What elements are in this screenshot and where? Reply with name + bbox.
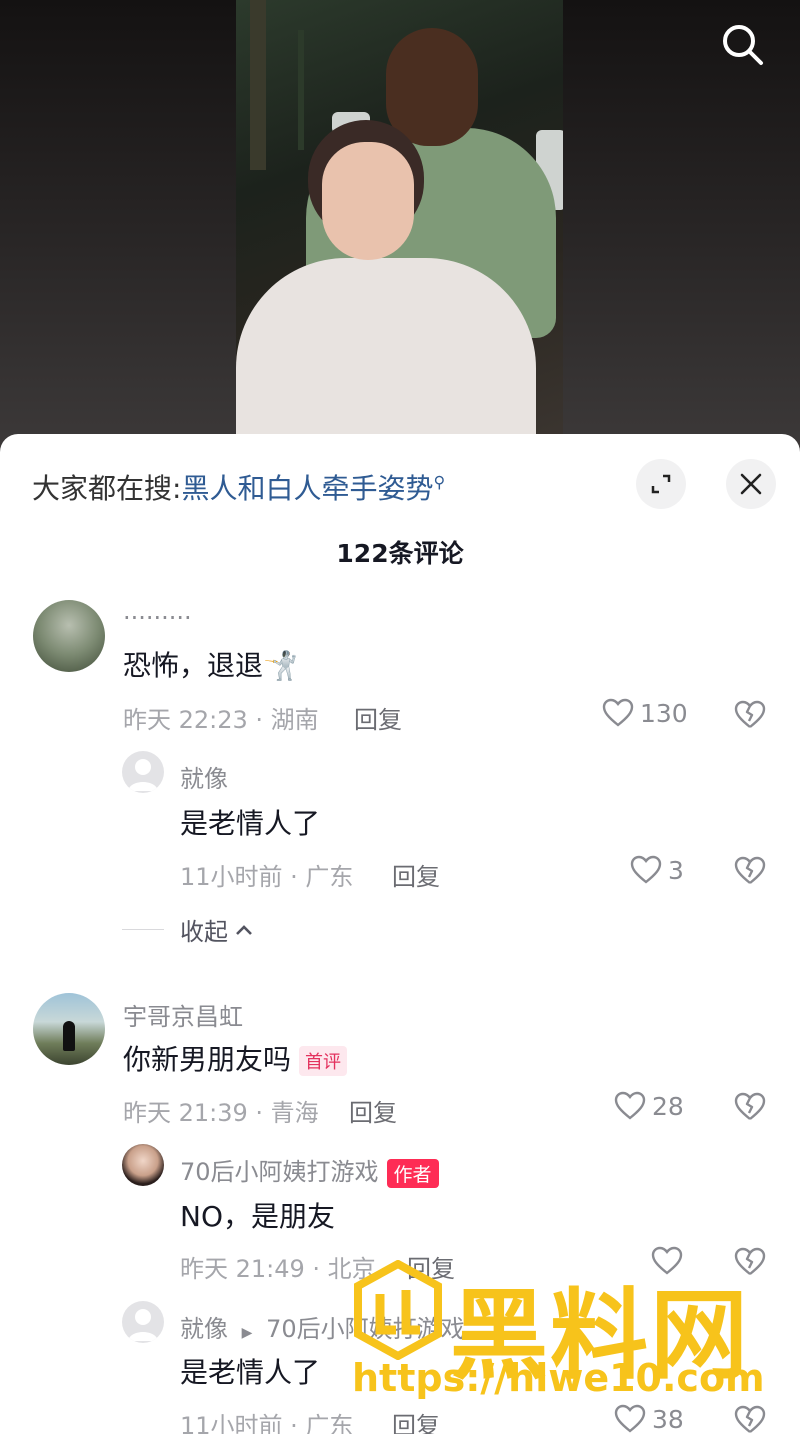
- collapse-replies-button[interactable]: 收起: [122, 912, 254, 947]
- comment-text: 恐怖，退退🤺: [123, 649, 298, 682]
- dislike-button[interactable]: [734, 700, 766, 734]
- hot-search-link[interactable]: 黑人和白人牵手姿势⚲: [181, 472, 445, 505]
- comment-meta: 昨天 22:23 · 湖南: [123, 706, 319, 734]
- video-person-front-face: [322, 142, 414, 260]
- comment-text-body: 你新男朋友吗: [123, 1043, 292, 1076]
- comment-meta: 昨天 21:49 · 北京: [180, 1255, 376, 1283]
- heart-icon: [630, 855, 662, 884]
- comment-text: NO，是朋友: [180, 1200, 335, 1233]
- like-button[interactable]: 28: [614, 1091, 684, 1121]
- avatar[interactable]: [122, 1301, 164, 1343]
- close-icon: [740, 473, 762, 495]
- reply-button[interactable]: 回复: [392, 1406, 440, 1434]
- heart-icon: [614, 1091, 646, 1120]
- watermark-logo-icon: [354, 1260, 442, 1360]
- comment-meta: 11小时前 · 广东: [180, 1412, 354, 1434]
- comment-text: 是老情人了: [180, 1356, 321, 1389]
- heart-icon: [602, 698, 634, 727]
- avatar-figure: [63, 1021, 75, 1051]
- heart-icon: [614, 1404, 646, 1433]
- watermark-url: https://hlwe10.com: [352, 1356, 765, 1400]
- video-person-back-head: [386, 28, 478, 146]
- dislike-button[interactable]: [734, 856, 766, 890]
- reply-button[interactable]: 回复: [392, 857, 440, 892]
- broken-heart-icon: [734, 856, 766, 884]
- reply-arrow-icon: ▶: [241, 1325, 253, 1341]
- comment-username[interactable]: 宇哥京昌虹: [123, 997, 243, 1032]
- comment-username-text: 就像: [180, 1315, 228, 1343]
- broken-heart-icon: [734, 1405, 766, 1433]
- author-badge: 作者: [386, 1158, 439, 1188]
- comment-text: 你新男朋友吗 首评: [123, 1038, 348, 1078]
- dislike-button[interactable]: [734, 1092, 766, 1126]
- search-small-icon: ⚲: [433, 472, 446, 492]
- comment-username[interactable]: ·········: [123, 604, 192, 632]
- avatar[interactable]: [33, 993, 105, 1065]
- avatar[interactable]: [33, 600, 105, 672]
- like-button[interactable]: 3: [630, 855, 684, 885]
- expand-button[interactable]: [636, 459, 686, 509]
- close-button[interactable]: [726, 459, 776, 509]
- divider: [122, 929, 164, 930]
- hot-search-prefix: 大家都在搜:: [32, 472, 182, 505]
- comment-username-text: 70后小阿姨打游戏: [180, 1158, 379, 1186]
- dislike-button[interactable]: [734, 1405, 766, 1434]
- comment-count: 122条评论: [336, 539, 464, 568]
- like-count: 3: [668, 855, 684, 885]
- broken-heart-icon: [734, 1092, 766, 1120]
- comment-meta: 11小时前 · 广东: [180, 863, 354, 891]
- video-tree: [298, 30, 304, 150]
- search-button[interactable]: [718, 20, 768, 70]
- comment-text: 是老情人了: [180, 807, 321, 840]
- video-frame[interactable]: [236, 0, 563, 440]
- video-background: [0, 0, 800, 460]
- collapse-label: 收起: [180, 918, 228, 946]
- like-button[interactable]: 38: [614, 1404, 684, 1434]
- comment-username[interactable]: 70后小阿姨打游戏 作者: [180, 1152, 439, 1188]
- watermark: 黑料网 https://hlwe10.com: [350, 1256, 770, 1406]
- hot-search: 大家都在搜:黑人和白人牵手姿势⚲: [32, 467, 445, 507]
- reply-button[interactable]: 回复: [349, 1093, 397, 1128]
- hot-search-link-text: 黑人和白人牵手姿势: [181, 472, 434, 505]
- video-person-front-body: [236, 258, 536, 440]
- search-icon: [723, 25, 763, 65]
- comment-meta: 昨天 21:39 · 青海: [123, 1099, 319, 1127]
- like-count: 38: [652, 1404, 684, 1434]
- comment-username[interactable]: 就像: [180, 759, 228, 794]
- avatar[interactable]: [122, 751, 164, 793]
- expand-icon: [651, 474, 671, 494]
- reply-button[interactable]: 回复: [354, 700, 402, 735]
- first-comment-badge: 首评: [299, 1046, 348, 1076]
- chevron-up-icon: [236, 924, 252, 935]
- like-count: 130: [640, 698, 688, 728]
- like-count: 28: [652, 1091, 684, 1121]
- broken-heart-icon: [734, 700, 766, 728]
- avatar[interactable]: [122, 1144, 164, 1186]
- default-avatar-icon: [128, 1309, 158, 1341]
- video-tree: [250, 0, 266, 170]
- like-button[interactable]: 130: [602, 698, 688, 728]
- default-avatar-icon: [128, 759, 158, 791]
